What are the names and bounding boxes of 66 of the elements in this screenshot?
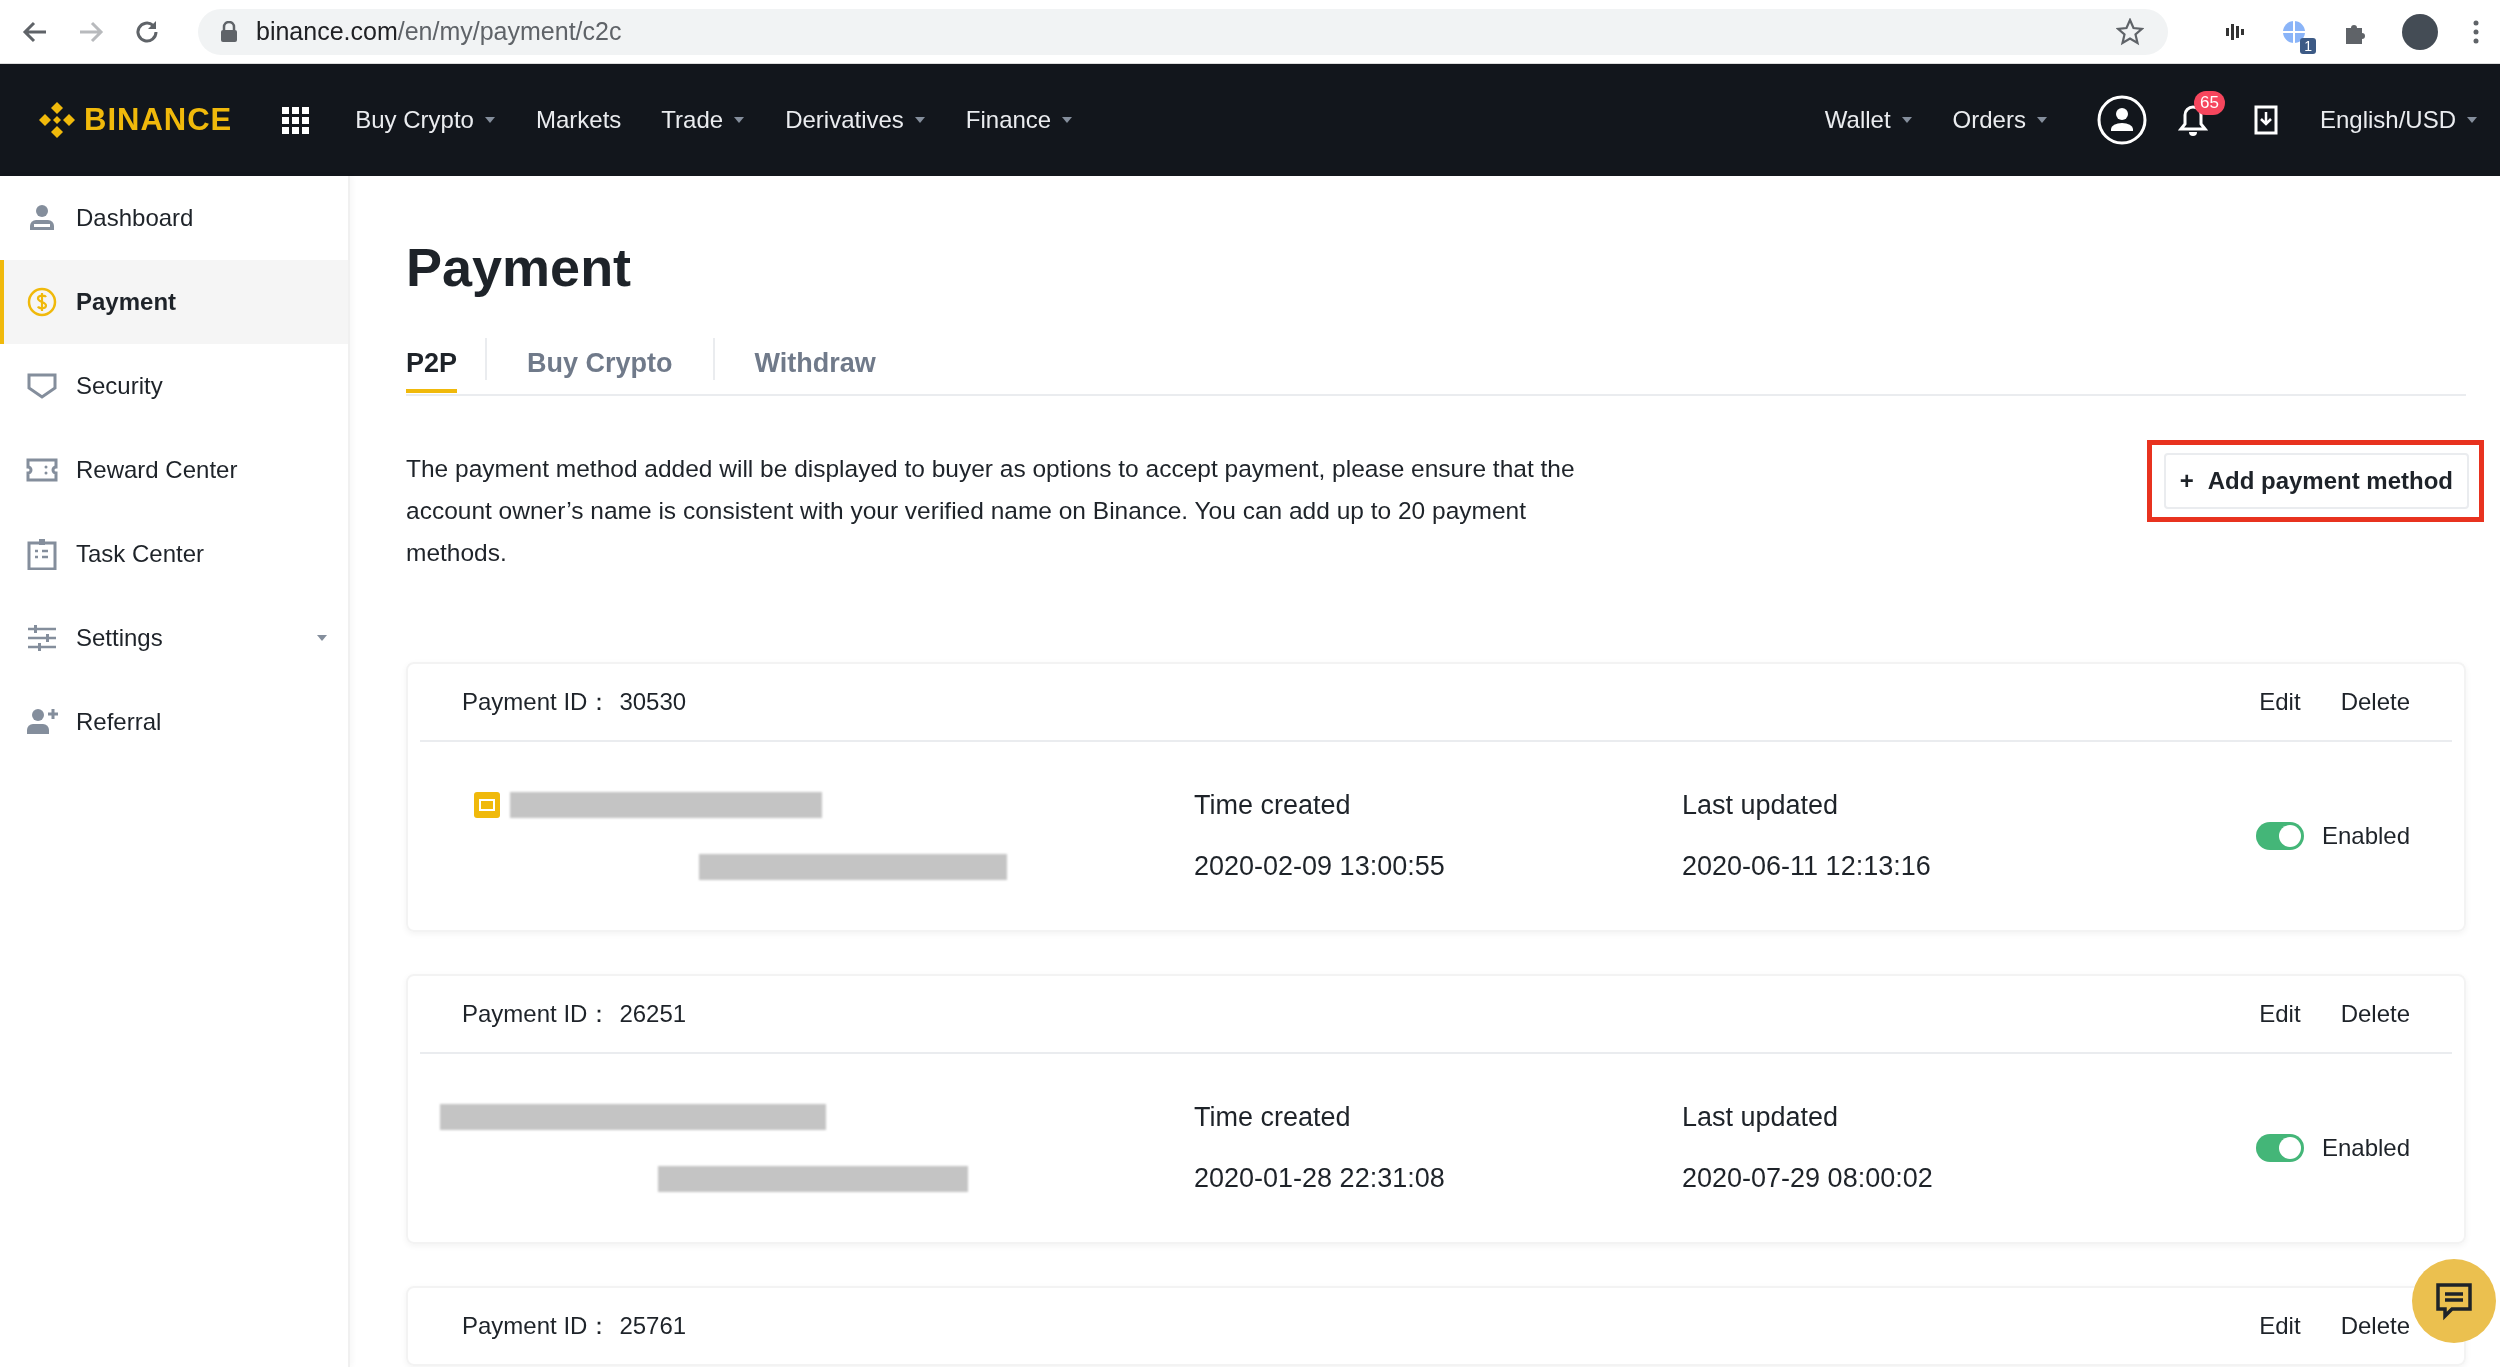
- payment-id: Payment ID： 25761: [462, 1311, 687, 1341]
- add-payment-method-button[interactable]: + Add payment method: [2163, 453, 2469, 509]
- tab[interactable]: Withdraw: [754, 333, 876, 393]
- nav-link[interactable]: Wallet: [1804, 106, 1933, 134]
- caret-icon: [2035, 116, 2048, 124]
- nav-link[interactable]: Markets: [515, 106, 642, 134]
- chat-icon: [2434, 1281, 2474, 1321]
- address-bar[interactable]: binance.com/en/my/payment/c2c: [198, 8, 2168, 55]
- delete-link[interactable]: Delete: [2340, 1000, 2410, 1028]
- caret-icon: [1061, 116, 1074, 124]
- sidebar-item[interactable]: Security: [0, 344, 348, 428]
- nav-link[interactable]: English/USD: [2319, 106, 2478, 134]
- sidebar-item[interactable]: Settings: [0, 596, 348, 680]
- user-icon[interactable]: [2095, 94, 2148, 146]
- caret-icon: [1900, 116, 1913, 124]
- edit-link[interactable]: Edit: [2259, 1312, 2301, 1340]
- sidebar-item[interactable]: Reward Center: [0, 428, 348, 512]
- sidebar-item[interactable]: Referral: [0, 680, 348, 764]
- avatar[interactable]: [2402, 13, 2438, 50]
- sidebar-item[interactable]: Payment: [0, 260, 348, 344]
- payment-id: Payment ID： 26251: [462, 999, 687, 1029]
- caret-icon: [733, 116, 746, 124]
- toggle-switch[interactable]: [2255, 822, 2304, 850]
- nav-link[interactable]: Orders: [1932, 106, 2068, 134]
- last-updated-label: Last updated: [1682, 1102, 1840, 1133]
- dollar-coin-icon: [26, 286, 58, 318]
- page-title: Payment: [406, 236, 633, 298]
- status-label: Enabled: [2321, 1134, 2410, 1162]
- extension-badge: 1: [2300, 37, 2316, 54]
- nav-link[interactable]: Derivatives: [765, 106, 946, 134]
- time-created-value: 2020-01-28 22:31:08: [1194, 1163, 1446, 1194]
- logo-text[interactable]: BINANCE: [84, 102, 233, 138]
- last-updated-label: Last updated: [1682, 790, 1840, 821]
- nav-link[interactable]: Finance: [945, 106, 1094, 134]
- tab[interactable]: Buy Crypto: [527, 333, 673, 393]
- lock-icon: [220, 20, 238, 43]
- caret-icon: [2466, 116, 2478, 124]
- status-label: Enabled: [2321, 822, 2410, 850]
- download-icon[interactable]: [2253, 105, 2278, 135]
- clipboard-icon: [26, 538, 58, 570]
- bank-card-icon: [474, 792, 500, 818]
- time-created-value: 2020-02-09 13:00:55: [1194, 851, 1446, 882]
- caret-icon: [913, 116, 926, 124]
- delete-link[interactable]: Delete: [2340, 688, 2410, 716]
- grid-menu-icon[interactable]: [282, 106, 310, 134]
- star-icon[interactable]: [2116, 17, 2144, 46]
- time-created-label: Time created: [1194, 1102, 1352, 1133]
- delete-link[interactable]: Delete: [2340, 1312, 2410, 1340]
- nav-link[interactable]: Buy Crypto: [335, 106, 516, 134]
- edit-link[interactable]: Edit: [2259, 1000, 2301, 1028]
- last-updated-value: 2020-06-11 12:13:16: [1682, 851, 1932, 882]
- payment-id: Payment ID： 30530: [462, 687, 687, 717]
- time-created-label: Time created: [1194, 790, 1352, 821]
- tab[interactable]: P2P: [406, 333, 458, 393]
- edit-link[interactable]: Edit: [2259, 688, 2301, 716]
- caret-icon: [483, 116, 496, 124]
- url-text: binance.com/en/my/payment/c2c: [256, 17, 623, 46]
- toggle-switch[interactable]: [2255, 1134, 2304, 1162]
- description-text: The payment method added will be displayed to buyer as options to accept payment, please ensure that the account owner’s name is consistent with your verified name on Binance. You can add up to 20 payment methods.: [406, 454, 1576, 568]
- sidebar-item[interactable]: Task Center: [0, 512, 348, 596]
- caret-icon: [316, 634, 328, 642]
- sidebar-item[interactable]: Dashboard: [0, 176, 348, 260]
- sliders-icon: [26, 622, 58, 654]
- last-updated-value: 2020-07-29 08:00:02: [1682, 1163, 1934, 1194]
- nav-link[interactable]: Trade: [641, 106, 766, 134]
- notification-badge: 65: [2193, 91, 2225, 115]
